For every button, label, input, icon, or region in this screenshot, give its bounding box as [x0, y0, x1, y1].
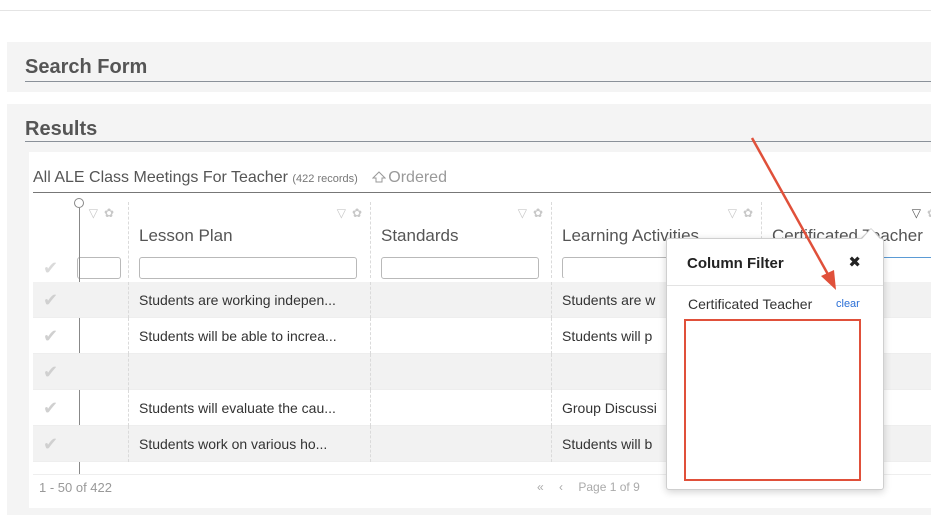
standards-cell — [371, 426, 552, 462]
row-check-icon[interactable]: ✔ — [33, 426, 129, 462]
grid-caption-title: All ALE Class Meetings For Teacher — [33, 169, 288, 186]
grid-caption: All ALE Class Meetings For Teacher (422 … — [33, 169, 447, 187]
standards-header-label: Standards — [381, 226, 459, 245]
ordered-toggle[interactable]: Ordered — [372, 169, 447, 186]
funnel-icon[interactable]: ▽ — [337, 206, 346, 220]
gear-icon[interactable]: ✿ — [743, 206, 753, 220]
search-form-rule — [25, 81, 931, 82]
highlighted-empty-filter-area — [684, 319, 861, 481]
ordered-icon — [372, 171, 387, 183]
select-column-header: ▽ ✿ ✔ — [33, 202, 129, 279]
funnel-icon[interactable]: ▽ — [89, 206, 98, 220]
clear-filter-link[interactable]: clear — [836, 298, 860, 310]
lesson-plan-filter-input[interactable] — [139, 257, 357, 279]
row-check-icon[interactable]: ✔ — [33, 354, 129, 390]
gear-icon[interactable]: ✿ — [533, 206, 543, 220]
standards-cell — [371, 282, 552, 318]
ordered-label: Ordered — [388, 169, 447, 186]
record-range: 1 - 50 of 422 — [39, 480, 112, 495]
lesson-plan-cell — [129, 354, 371, 390]
row-check-icon[interactable]: ✔ — [33, 390, 129, 426]
funnel-icon[interactable]: ▽ — [912, 206, 921, 220]
row-check-icon[interactable]: ✔ — [33, 318, 129, 354]
record-count: (422 records) — [292, 173, 358, 185]
lesson-plan-cell: Students will evaluate the cau... — [129, 390, 371, 426]
standards-filter-input[interactable] — [381, 257, 539, 279]
lesson-plan-icons: ▽ ✿ — [331, 206, 362, 220]
select-column-icons: ▽ ✿ — [83, 206, 114, 220]
column-filter-popover: Column Filter ✖ Certificated Teacher cle… — [666, 238, 884, 490]
column-resize-handle[interactable] — [74, 198, 84, 208]
column-filter-title: Column Filter — [687, 255, 784, 272]
standards-cell — [371, 318, 552, 354]
gear-icon[interactable]: ✿ — [352, 206, 362, 220]
lesson-plan-cell: Students will be able to increa... — [129, 318, 371, 354]
lesson-plan-header-label: Lesson Plan — [139, 226, 233, 245]
lesson-plan-column-header[interactable]: ▽ ✿ Lesson Plan — [129, 202, 371, 279]
caption-rule — [33, 192, 931, 193]
top-divider — [0, 10, 931, 11]
first-page-icon[interactable]: « — [537, 480, 544, 494]
certificated-teacher-icons: ▽✿ — [906, 206, 931, 220]
row-check-icon[interactable]: ✔ — [33, 282, 129, 318]
results-rule — [25, 141, 931, 142]
close-icon[interactable]: ✖ — [848, 253, 861, 271]
pager: « ‹ Page 1 of 9 — [537, 480, 652, 494]
lesson-plan-cell: Students are working indepen... — [129, 282, 371, 318]
column-filter-arrow — [862, 229, 880, 239]
prev-page-icon[interactable]: ‹ — [559, 480, 563, 494]
search-form-panel[interactable]: Search Form — [7, 42, 931, 92]
results-title: Results — [25, 118, 98, 140]
gear-icon[interactable]: ✿ — [927, 206, 931, 220]
select-all-check-icon[interactable]: ✔ — [43, 258, 58, 279]
standards-icons: ▽ ✿ — [512, 206, 543, 220]
standards-cell — [371, 390, 552, 426]
column-filter-field-label: Certificated Teacher — [688, 296, 813, 312]
lesson-plan-cell: Students work on various ho... — [129, 426, 371, 462]
learning-activities-icons: ▽ ✿ — [722, 206, 753, 220]
select-column-filter-input[interactable] — [77, 257, 121, 279]
funnel-icon[interactable]: ▽ — [518, 206, 527, 220]
standards-cell — [371, 354, 552, 390]
standards-column-header[interactable]: ▽ ✿ Standards — [371, 202, 552, 279]
gear-icon[interactable]: ✿ — [104, 206, 114, 220]
search-form-title[interactable]: Search Form — [25, 56, 147, 79]
funnel-icon[interactable]: ▽ — [728, 206, 737, 220]
page-indicator: Page 1 of 9 — [578, 480, 640, 494]
column-filter-divider — [667, 285, 883, 286]
